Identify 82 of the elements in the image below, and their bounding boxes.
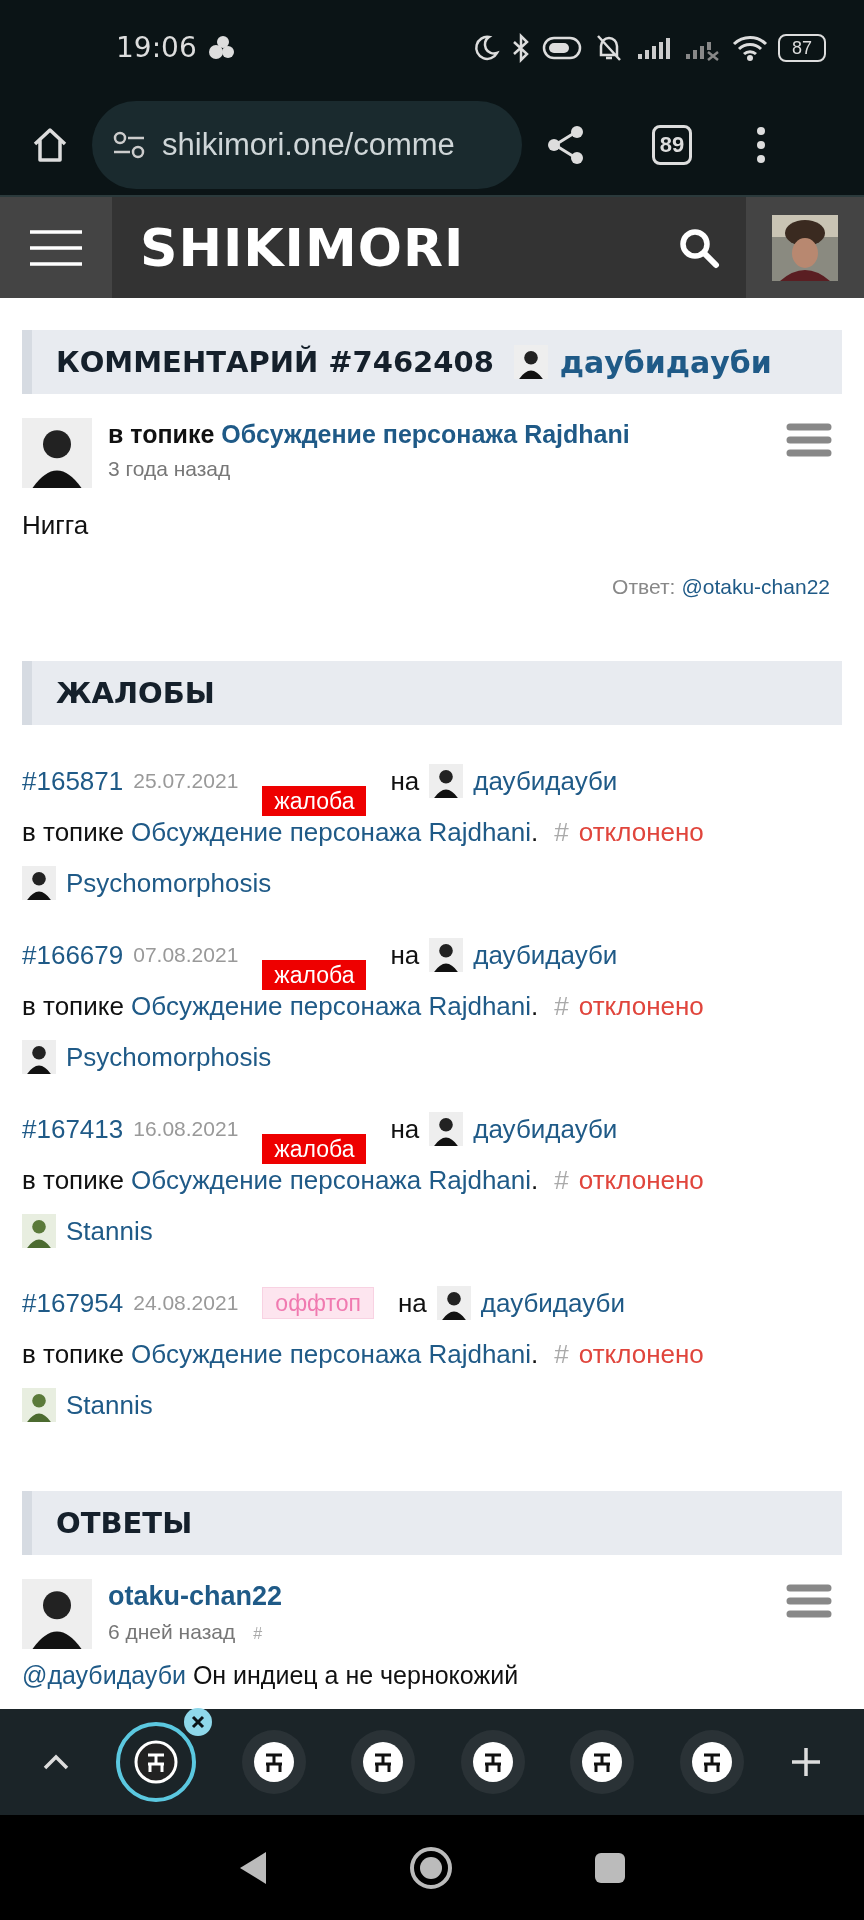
menu-icon[interactable]: [28, 227, 84, 268]
complaint-date: 24.08.2021: [133, 1291, 239, 1315]
topic-line: в топике Обсуждение персонажа Rajdhani.: [22, 1164, 539, 1196]
tab-favicon-icon: [361, 1740, 406, 1784]
complaint-id-link[interactable]: #166679: [22, 939, 124, 971]
address-bar[interactable]: shikimori.one/comme: [92, 101, 522, 189]
user-link[interactable]: Stannis: [66, 1215, 153, 1247]
complaint-date: 07.08.2021: [133, 943, 239, 967]
reply-label: Ответ:: [612, 575, 676, 599]
complaint-tag: жалоба: [262, 786, 367, 816]
topic-line: в топике Обсуждение персонажа Rajdhani.: [22, 990, 539, 1022]
toggle-icon: [541, 34, 582, 61]
avatar-icon: [429, 1112, 464, 1146]
comment-time: 3 года назад: [108, 457, 232, 481]
tab-favicon-icon: [134, 1740, 179, 1784]
complaint-date: 25.07.2021: [133, 769, 239, 793]
complaint-status: отклонено: [578, 816, 704, 848]
topic-line: в топике Обсуждение персонажа Rajdhani: [108, 420, 631, 449]
complaint-tag: жалоба: [262, 1134, 367, 1164]
on-label: на: [390, 765, 420, 797]
avatar-icon: [22, 1388, 56, 1422]
close-icon[interactable]: [184, 1708, 213, 1736]
avatar-icon: [22, 1579, 92, 1649]
tab-favicon-icon: [580, 1740, 625, 1784]
avatar-icon: [22, 1040, 56, 1074]
on-label: на: [390, 1113, 420, 1145]
wifi-icon: [731, 33, 768, 62]
topic-line: в топике Обсуждение персонажа Rajdhani.: [22, 1338, 539, 1370]
complaint-date: 16.08.2021: [133, 1117, 239, 1141]
tab-count-button[interactable]: 89: [652, 125, 692, 165]
avatar-icon: [436, 1286, 471, 1320]
topic-link[interactable]: Обсуждение персонажа Rajdhani: [131, 1164, 532, 1195]
reply-link[interactable]: @otaku-chan22: [681, 575, 830, 599]
topic-link[interactable]: Обсуждение персонажа Rajdhani: [131, 1338, 532, 1369]
comment-time: 6 дней назад: [108, 1620, 236, 1644]
topic-link[interactable]: Обсуждение персонажа Rajdhani: [221, 420, 630, 448]
comment-text: Нигга: [22, 510, 90, 541]
section-title: ОТВЕТЫ: [56, 1506, 193, 1540]
notification-icon: [206, 34, 237, 61]
user-link[interactable]: даубидауби: [473, 765, 618, 797]
user-link[interactable]: даубидауби: [473, 939, 618, 971]
user-link[interactable]: Stannis: [66, 1389, 153, 1421]
complaint-id-link[interactable]: #165871: [22, 765, 124, 797]
user-link[interactable]: даубидауби: [473, 1113, 618, 1145]
avatar-icon: [22, 418, 92, 488]
back-icon[interactable]: [238, 1849, 268, 1886]
battery-indicator: 87: [777, 33, 826, 62]
user-link[interactable]: Psychomorphosis: [66, 867, 272, 899]
user-link[interactable]: даубидауби: [559, 344, 772, 380]
tab-favicon-icon: [251, 1740, 296, 1784]
avatar-icon: [429, 764, 464, 798]
user-link[interactable]: даубидауби: [480, 1287, 625, 1319]
topic-link[interactable]: Обсуждение персонажа Rajdhani: [131, 816, 532, 847]
topic-line: в топике Обсуждение персонажа Rajdhani.: [22, 816, 539, 848]
reply-text: @даубидауби Он индиец а не чернокожий: [22, 1661, 520, 1690]
profile-avatar[interactable]: [772, 214, 838, 281]
avatar-icon: [22, 866, 56, 900]
more-icon[interactable]: [754, 125, 768, 165]
user-link[interactable]: Psychomorphosis: [66, 1041, 272, 1073]
on-label: на: [390, 939, 420, 971]
section-title: КОММЕНТАРИЙ #7462408: [56, 345, 494, 379]
complaint-id-link[interactable]: #167413: [22, 1113, 124, 1145]
mention-link[interactable]: @даубидауби: [22, 1661, 186, 1689]
site-settings-icon[interactable]: [112, 130, 146, 160]
avatar-icon: [22, 1214, 56, 1248]
tab-favicon-icon: [689, 1740, 734, 1784]
complaint-status: отклонено: [578, 990, 704, 1022]
user-link[interactable]: otaku-chan22: [108, 1581, 766, 1612]
complaint-status: отклонено: [578, 1338, 704, 1370]
section-title: ЖАЛОБЫ: [56, 676, 215, 710]
tab-favicon-icon: [470, 1740, 515, 1784]
complaint-tag: жалоба: [262, 960, 367, 990]
recents-icon[interactable]: [594, 1851, 626, 1884]
on-label: на: [398, 1287, 427, 1319]
status-time: 19:06: [116, 31, 197, 64]
home-button-icon[interactable]: [408, 1844, 454, 1891]
complaint-id-link[interactable]: #167954: [22, 1287, 124, 1319]
avatar-icon: [429, 938, 464, 972]
avatar-icon: [513, 345, 548, 379]
complaint-tag: оффтоп: [262, 1287, 374, 1319]
complaint-status: отклонено: [578, 1164, 704, 1196]
topic-link[interactable]: Обсуждение персонажа Rajdhani: [131, 990, 532, 1021]
